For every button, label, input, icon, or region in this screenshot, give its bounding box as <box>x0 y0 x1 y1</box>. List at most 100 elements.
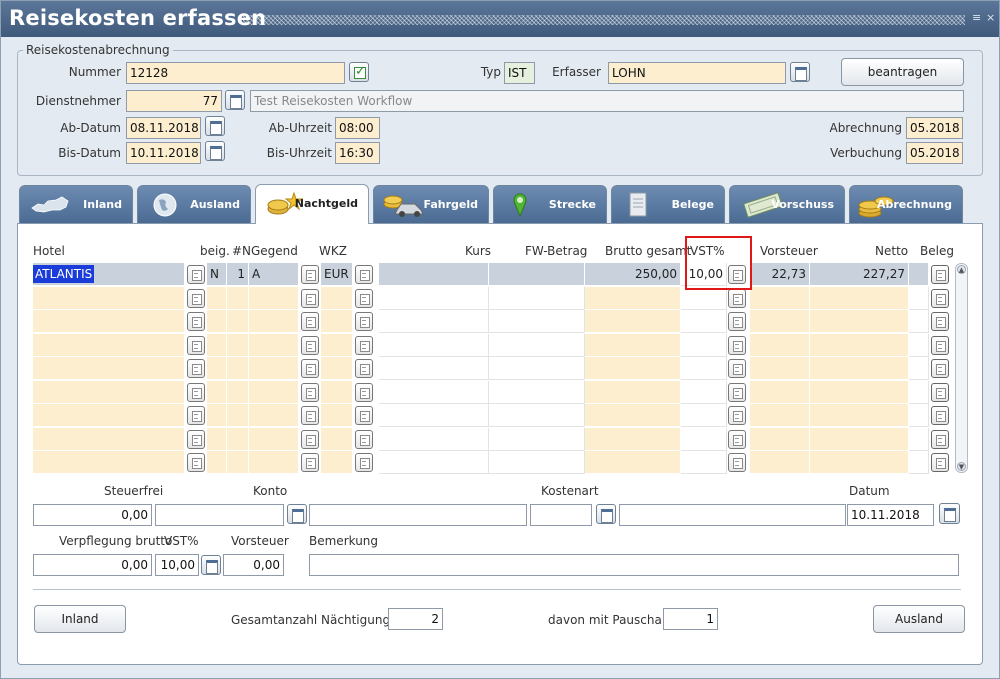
beleg-icon[interactable] <box>931 453 949 472</box>
n-cell[interactable] <box>227 334 249 357</box>
scroll-up-icon[interactable]: ▲ <box>957 265 966 274</box>
kurs-cell[interactable] <box>379 381 489 404</box>
gegend-lookup-icon[interactable] <box>301 289 319 308</box>
beig-lookup-icon[interactable] <box>187 289 205 308</box>
beig-cell[interactable]: N <box>207 263 227 286</box>
gegend-cell[interactable] <box>249 287 299 310</box>
n-cell[interactable] <box>227 428 249 451</box>
vst-cell[interactable] <box>681 381 727 404</box>
kurs-cell[interactable] <box>379 404 489 427</box>
gegend-lookup-icon[interactable] <box>301 312 319 331</box>
typ-field[interactable]: IST <box>504 62 535 84</box>
wkz-lookup-icon[interactable] <box>355 265 373 284</box>
ab-uhrzeit-field[interactable]: 08:00 <box>335 117 380 139</box>
beig-cell[interactable] <box>207 310 227 333</box>
fw-cell[interactable] <box>489 310 585 333</box>
n-cell[interactable] <box>227 310 249 333</box>
vorsteuer-cell[interactable] <box>750 451 810 474</box>
beig-lookup-icon[interactable] <box>187 383 205 402</box>
vst-cell[interactable] <box>681 357 727 380</box>
wkz-cell[interactable] <box>321 381 353 404</box>
wkz-lookup-icon[interactable] <box>355 336 373 355</box>
beig-lookup-icon[interactable] <box>187 359 205 378</box>
brutto-cell[interactable] <box>585 381 681 404</box>
inland-button[interactable]: Inland <box>34 605 126 633</box>
beig-cell[interactable] <box>207 428 227 451</box>
netto-cell[interactable] <box>810 404 909 427</box>
vorsteuer-cell[interactable] <box>750 287 810 310</box>
datum-calendar-icon[interactable] <box>939 503 960 524</box>
netto-cell[interactable] <box>810 334 909 357</box>
hotel-cell[interactable] <box>33 404 185 427</box>
vst-cell[interactable] <box>681 428 727 451</box>
beleg-icon[interactable] <box>931 406 949 425</box>
brutto-cell[interactable] <box>585 428 681 451</box>
brutto-cell[interactable] <box>585 287 681 310</box>
kurs-cell[interactable] <box>379 334 489 357</box>
beleg-icon[interactable] <box>931 289 949 308</box>
beig-cell[interactable] <box>207 357 227 380</box>
ab-datum-field[interactable]: 08.11.2018 <box>126 117 201 139</box>
beleg-cell[interactable] <box>909 287 929 310</box>
vst-lookup-icon[interactable] <box>728 406 746 425</box>
netto-cell[interactable] <box>810 357 909 380</box>
dienstnehmer-lookup-icon[interactable] <box>225 90 245 110</box>
vst-lookup-icon[interactable] <box>201 555 221 575</box>
wkz-lookup-icon[interactable] <box>355 359 373 378</box>
hotel-cell[interactable] <box>33 334 185 357</box>
fw-cell[interactable] <box>489 357 585 380</box>
gegend-lookup-icon[interactable] <box>301 453 319 472</box>
gegend-cell[interactable] <box>249 428 299 451</box>
gegend-lookup-icon[interactable] <box>301 359 319 378</box>
gegend-lookup-icon[interactable] <box>301 336 319 355</box>
beig-lookup-icon[interactable] <box>187 406 205 425</box>
vorsteuer-cell[interactable] <box>750 357 810 380</box>
vorsteuer-cell[interactable] <box>750 310 810 333</box>
hotel-cell[interactable] <box>33 428 185 451</box>
gegend-lookup-icon[interactable] <box>301 383 319 402</box>
hotel-cell[interactable] <box>33 451 185 474</box>
wkz-lookup-icon[interactable] <box>355 289 373 308</box>
vst-lookup-icon[interactable] <box>728 383 746 402</box>
vorsteuer-cell[interactable] <box>750 404 810 427</box>
erfasser-field[interactable]: LOHN <box>608 62 786 84</box>
pauschale-field[interactable]: 1 <box>663 608 718 630</box>
wkz-lookup-icon[interactable] <box>355 312 373 331</box>
vorsteuer-cell[interactable] <box>750 334 810 357</box>
table-scrollbar[interactable]: ▲ ▼ <box>955 263 968 473</box>
hotel-cell[interactable] <box>33 287 185 310</box>
beig-lookup-icon[interactable] <box>187 312 205 331</box>
vst-lookup-icon[interactable] <box>728 336 746 355</box>
beig-lookup-icon[interactable] <box>187 453 205 472</box>
nummer-field[interactable]: 12128 <box>126 62 345 84</box>
beig-cell[interactable] <box>207 381 227 404</box>
beleg-icon[interactable] <box>931 430 949 449</box>
wkz-lookup-icon[interactable] <box>355 406 373 425</box>
abrechnung-field[interactable]: 05.2018 <box>906 117 963 139</box>
tab-strecke[interactable]: Strecke <box>493 185 607 223</box>
vst-lookup-icon[interactable] <box>728 453 746 472</box>
beig-cell[interactable] <box>207 404 227 427</box>
hotel-cell[interactable] <box>33 357 185 380</box>
wkz-cell[interactable] <box>321 310 353 333</box>
beantragen-button[interactable]: beantragen <box>841 58 964 86</box>
kurs-cell[interactable] <box>379 451 489 474</box>
beleg-cell[interactable] <box>909 451 929 474</box>
n-cell[interactable] <box>227 381 249 404</box>
bemerkung-field[interactable] <box>309 554 959 576</box>
beleg-icon[interactable] <box>931 336 949 355</box>
bis-uhrzeit-field[interactable]: 16:30 <box>335 142 380 164</box>
hotel-cell[interactable]: ATLANTIS <box>33 263 185 286</box>
fw-cell[interactable] <box>489 404 585 427</box>
beig-cell[interactable] <box>207 451 227 474</box>
kurs-cell[interactable] <box>379 357 489 380</box>
konto-field[interactable] <box>155 504 284 526</box>
minimize-icon[interactable]: ≡ <box>972 12 981 24</box>
n-cell[interactable] <box>227 404 249 427</box>
vorsteuer-cell[interactable] <box>750 381 810 404</box>
dienstnehmer-nr-field[interactable]: 77 <box>126 90 222 112</box>
beleg-icon[interactable] <box>931 312 949 331</box>
wkz-cell[interactable] <box>321 428 353 451</box>
gegend-cell[interactable]: A <box>249 263 299 286</box>
netto-cell[interactable] <box>810 287 909 310</box>
